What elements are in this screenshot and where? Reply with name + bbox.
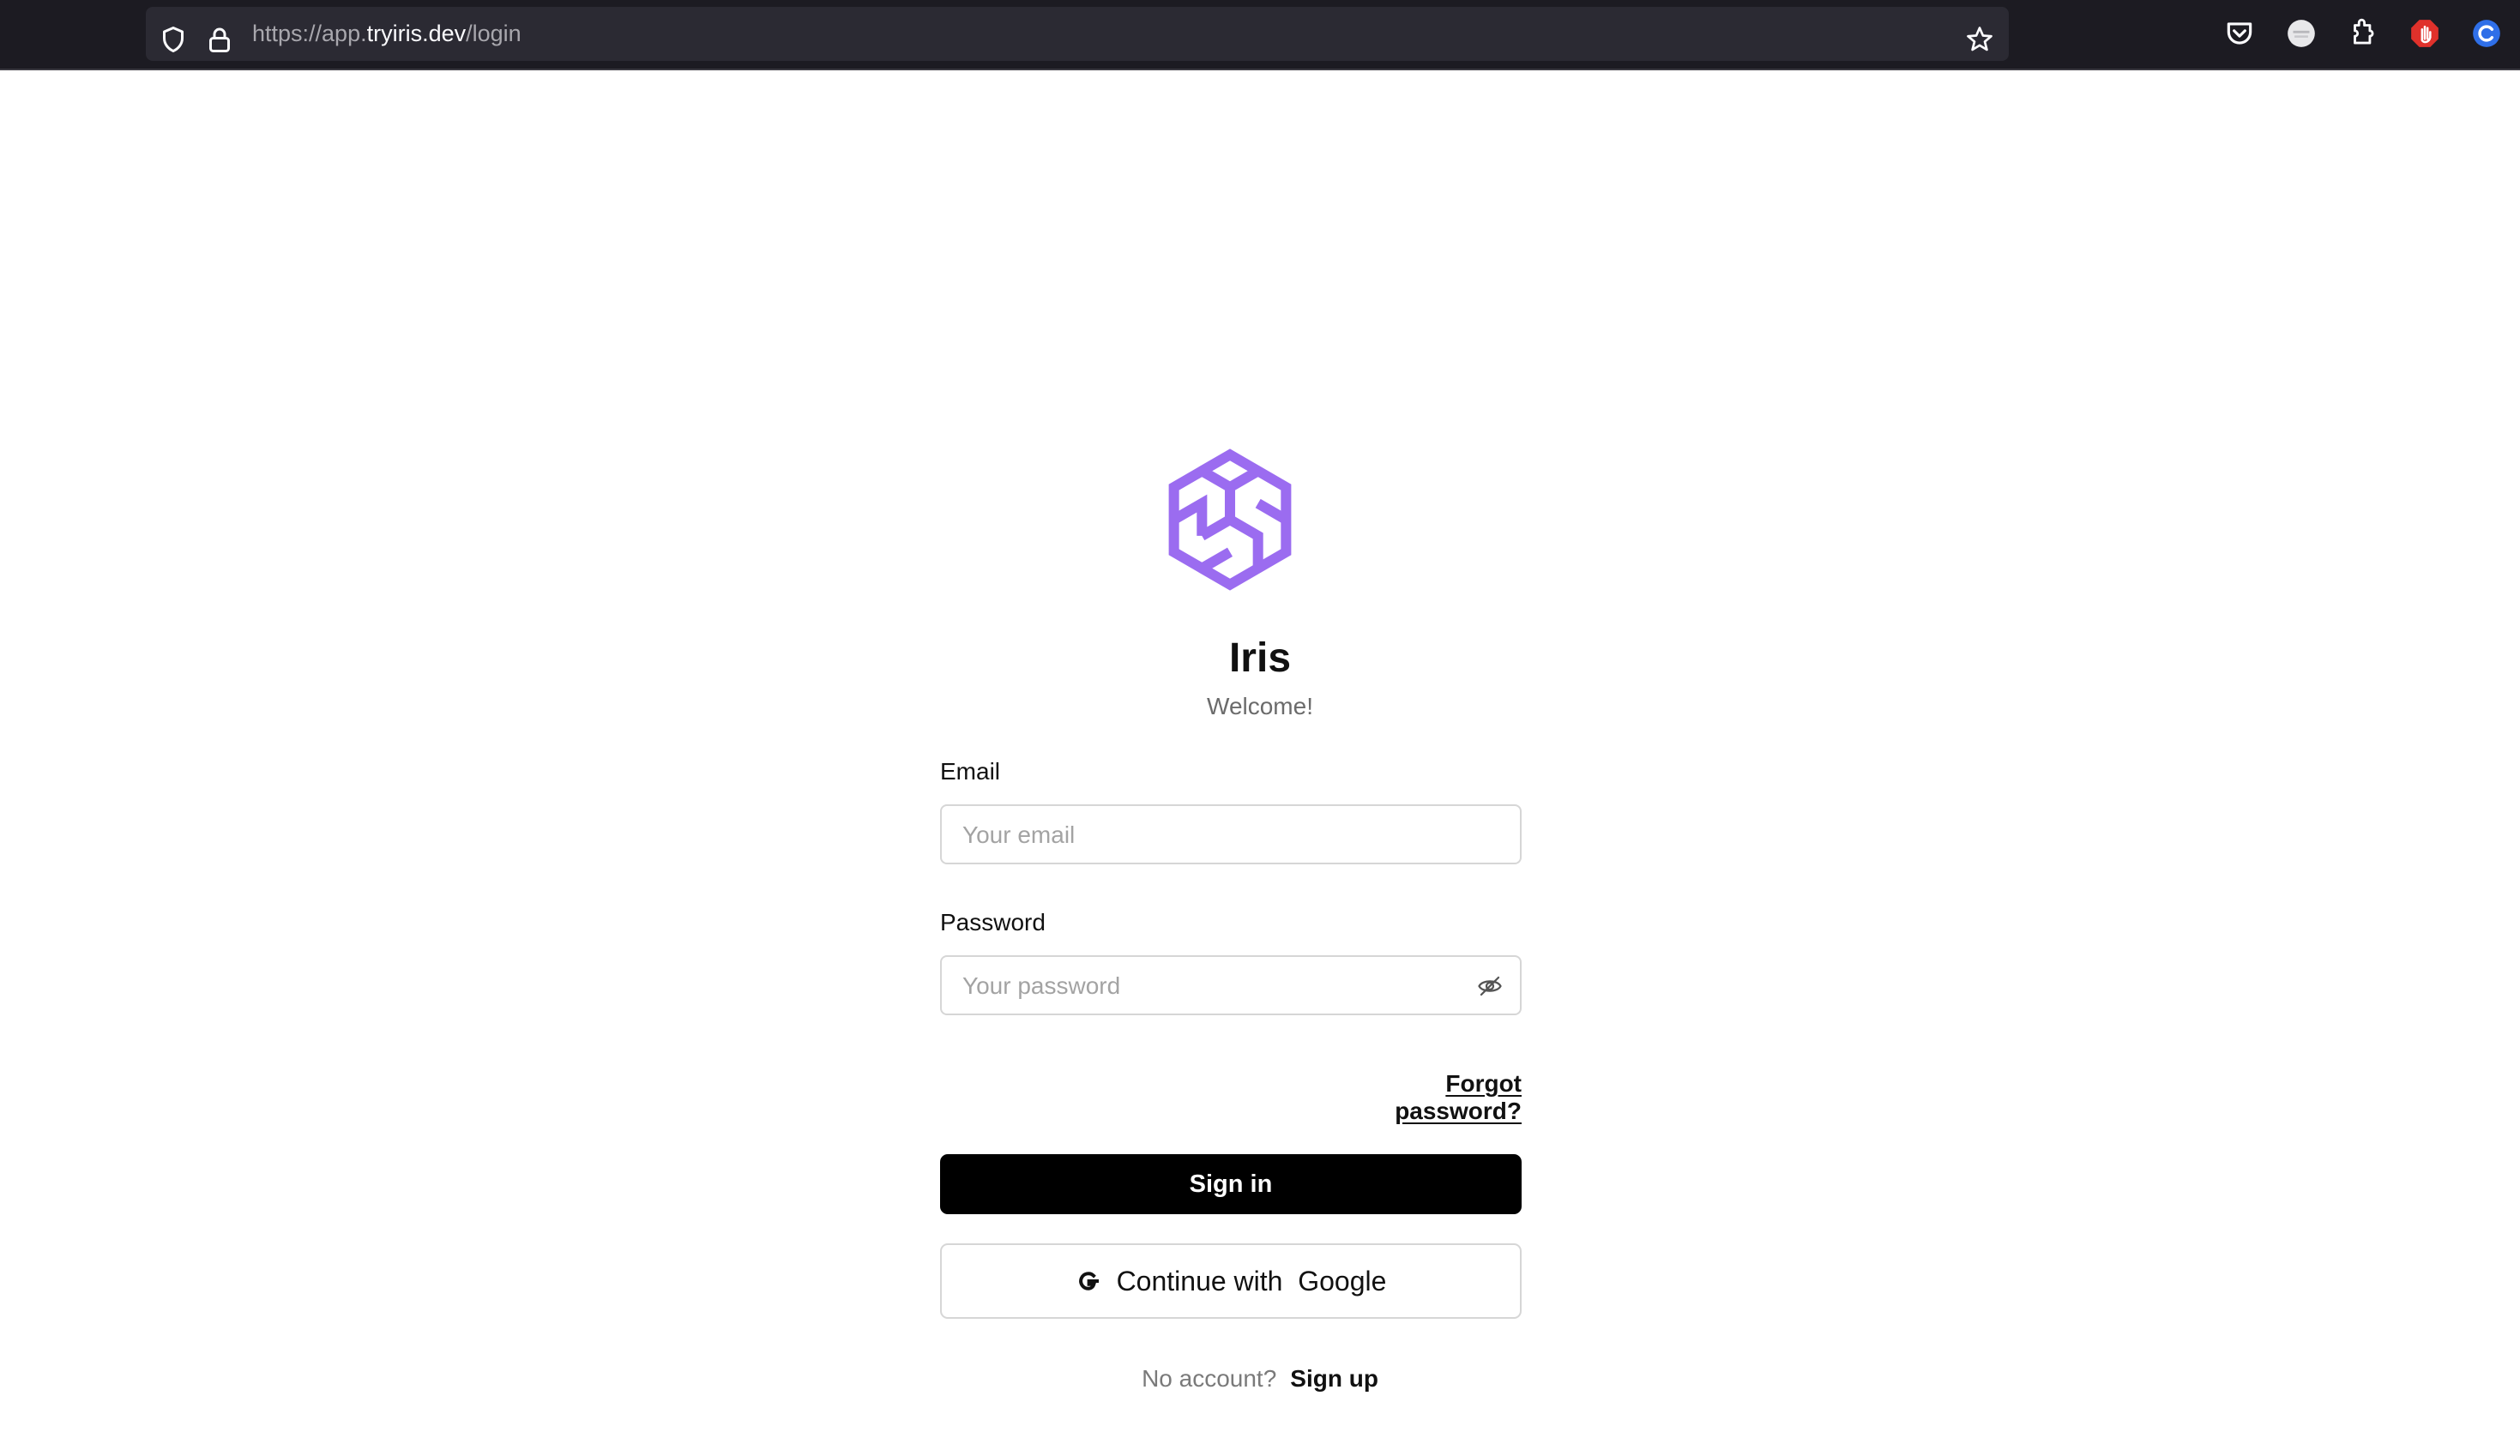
iris-logo-icon	[1168, 448, 1292, 591]
toolbar-divider	[0, 69, 2520, 70]
account-icon[interactable]	[2285, 17, 2318, 50]
lock-icon[interactable]	[204, 24, 235, 55]
address-bar[interactable]: https://app.tryiris.dev/login	[146, 7, 2009, 61]
forgot-password-link[interactable]: Forgot password?	[1319, 1070, 1522, 1125]
pocket-icon[interactable]	[2223, 17, 2256, 50]
extensions-icon[interactable]	[2347, 17, 2379, 50]
shield-icon[interactable]	[158, 24, 189, 55]
email-field[interactable]	[961, 806, 1479, 864]
sign-up-link[interactable]: Sign up	[1290, 1365, 1378, 1392]
signup-row: No account? Sign up	[0, 1365, 2520, 1393]
app-title: Iris	[1228, 635, 1292, 681]
google-signin-button[interactable]: Continue with Google	[940, 1243, 1522, 1319]
browser-toolbar: https://app.tryiris.dev/login	[0, 0, 2520, 69]
password-field[interactable]	[961, 957, 1479, 1015]
google-button-label: Continue with Google	[1116, 1265, 1387, 1297]
email-field-container[interactable]	[940, 804, 1522, 864]
adblock-icon[interactable]	[2408, 17, 2441, 50]
email-label: Email	[940, 758, 1001, 785]
no-account-text: No account?	[1142, 1365, 1277, 1392]
url-path: /login	[466, 21, 521, 46]
welcome-subtitle: Welcome!	[1207, 693, 1313, 719]
password-field-container[interactable]	[940, 955, 1522, 1015]
eye-off-icon[interactable]	[1477, 973, 1503, 999]
url-text[interactable]: https://app.tryiris.dev/login	[252, 7, 521, 61]
url-domain: tryiris.dev	[366, 21, 467, 46]
google-icon	[1078, 1272, 1099, 1291]
star-icon[interactable]	[1964, 24, 1995, 55]
sign-in-button[interactable]: Sign in	[940, 1154, 1522, 1214]
extension-c-icon[interactable]	[2470, 17, 2503, 50]
url-prefix: https://app.	[252, 21, 367, 46]
password-label: Password	[940, 909, 1046, 936]
